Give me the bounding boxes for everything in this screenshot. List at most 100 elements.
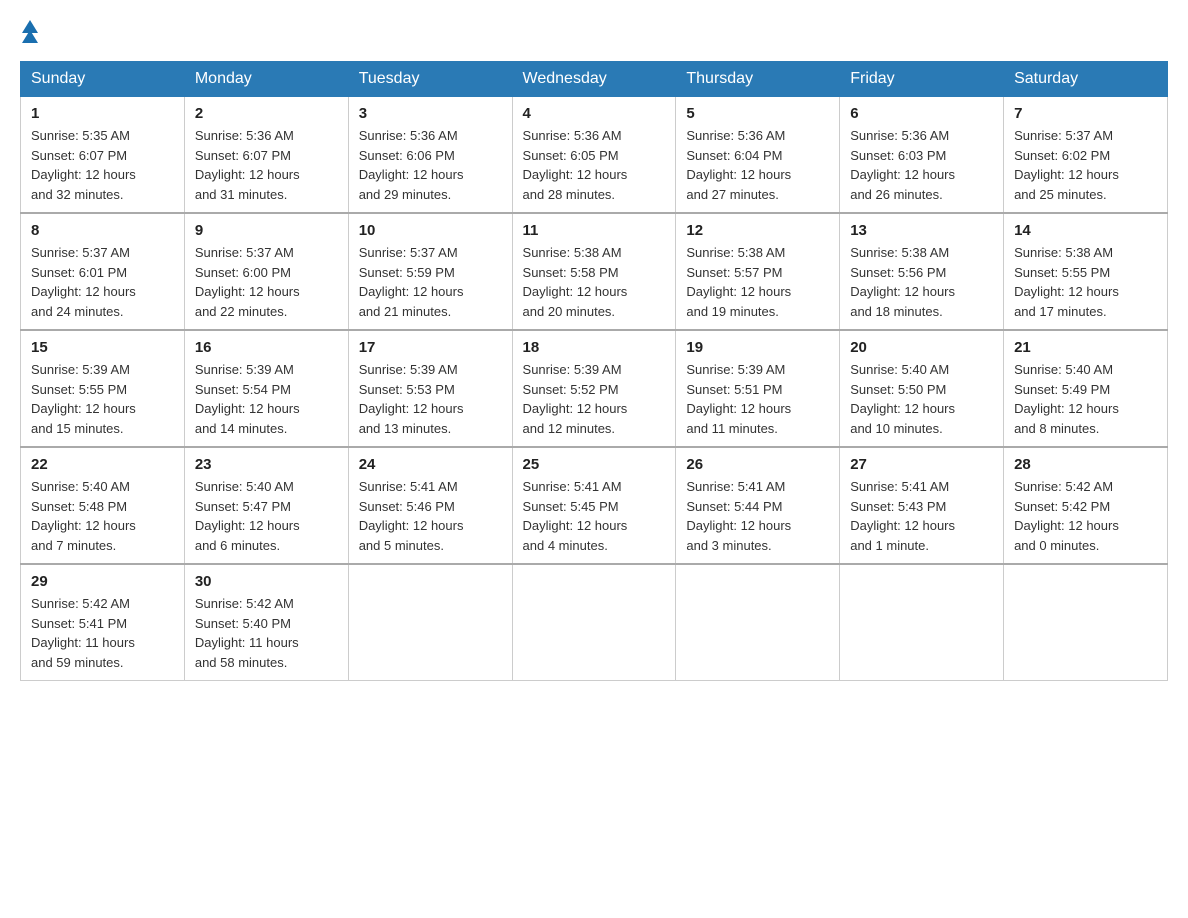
day-info: Sunrise: 5:37 AMSunset: 6:00 PMDaylight:… [195,245,300,319]
calendar-cell: 22 Sunrise: 5:40 AMSunset: 5:48 PMDayligh… [21,447,185,564]
calendar-cell: 29 Sunrise: 5:42 AMSunset: 5:41 PMDayligh… [21,564,185,681]
day-number: 7 [1014,105,1157,122]
day-info: Sunrise: 5:38 AMSunset: 5:55 PMDaylight:… [1014,245,1119,319]
header-row: SundayMondayTuesdayWednesdayThursdayFrid… [21,62,1168,97]
calendar-cell: 27 Sunrise: 5:41 AMSunset: 5:43 PMDayligh… [840,447,1004,564]
day-info: Sunrise: 5:40 AMSunset: 5:49 PMDaylight:… [1014,362,1119,436]
calendar-cell [840,564,1004,681]
day-info: Sunrise: 5:42 AMSunset: 5:42 PMDaylight:… [1014,479,1119,553]
day-number: 14 [1014,222,1157,239]
day-info: Sunrise: 5:39 AMSunset: 5:53 PMDaylight:… [359,362,464,436]
day-number: 30 [195,573,338,590]
col-header-wednesday: Wednesday [512,62,676,97]
header: Blue [20,20,1168,43]
day-info: Sunrise: 5:41 AMSunset: 5:46 PMDaylight:… [359,479,464,553]
calendar-cell: 3Sunrise: 5:36 AMSunset: 6:06 PMDaylight… [348,97,512,214]
day-info: Sunrise: 5:41 AMSunset: 5:44 PMDaylight:… [686,479,791,553]
calendar-cell: 16 Sunrise: 5:39 AMSunset: 5:54 PMDayligh… [184,330,348,447]
calendar-cell: 11 Sunrise: 5:38 AMSunset: 5:58 PMDayligh… [512,213,676,330]
day-number: 3 [359,105,502,122]
day-info: Sunrise: 5:35 AMSunset: 6:07 PMDaylight:… [31,128,136,202]
calendar-table: SundayMondayTuesdayWednesdayThursdayFrid… [20,61,1168,681]
day-info: Sunrise: 5:41 AMSunset: 5:45 PMDaylight:… [523,479,628,553]
day-info: Sunrise: 5:39 AMSunset: 5:51 PMDaylight:… [686,362,791,436]
day-number: 4 [523,105,666,122]
calendar-cell: 21 Sunrise: 5:40 AMSunset: 5:49 PMDayligh… [1004,330,1168,447]
calendar-cell: 17 Sunrise: 5:39 AMSunset: 5:53 PMDayligh… [348,330,512,447]
day-number: 11 [523,222,666,239]
day-info: Sunrise: 5:40 AMSunset: 5:50 PMDaylight:… [850,362,955,436]
calendar-cell: 23 Sunrise: 5:40 AMSunset: 5:47 PMDayligh… [184,447,348,564]
day-info: Sunrise: 5:42 AMSunset: 5:41 PMDaylight:… [31,596,135,670]
calendar-cell [1004,564,1168,681]
calendar-cell: 19 Sunrise: 5:39 AMSunset: 5:51 PMDayligh… [676,330,840,447]
week-row-5: 29 Sunrise: 5:42 AMSunset: 5:41 PMDayligh… [21,564,1168,681]
day-info: Sunrise: 5:38 AMSunset: 5:58 PMDaylight:… [523,245,628,319]
day-info: Sunrise: 5:36 AMSunset: 6:03 PMDaylight:… [850,128,955,202]
calendar-cell: 20Sunrise: 5:40 AMSunset: 5:50 PMDayligh… [840,330,1004,447]
calendar-cell: 14 Sunrise: 5:38 AMSunset: 5:55 PMDayligh… [1004,213,1168,330]
day-info: Sunrise: 5:38 AMSunset: 5:57 PMDaylight:… [686,245,791,319]
calendar-cell: 25 Sunrise: 5:41 AMSunset: 5:45 PMDayligh… [512,447,676,564]
calendar-cell: 18 Sunrise: 5:39 AMSunset: 5:52 PMDayligh… [512,330,676,447]
calendar-cell: 1 Sunrise: 5:35 AMSunset: 6:07 PMDaylight… [21,97,185,214]
day-number: 25 [523,456,666,473]
day-info: Sunrise: 5:42 AMSunset: 5:40 PMDaylight:… [195,596,299,670]
day-info: Sunrise: 5:39 AMSunset: 5:55 PMDaylight:… [31,362,136,436]
day-number: 19 [686,339,829,356]
day-number: 17 [359,339,502,356]
calendar-cell: 10Sunrise: 5:37 AMSunset: 5:59 PMDayligh… [348,213,512,330]
logo: Blue [20,20,39,43]
day-number: 9 [195,222,338,239]
day-number: 5 [686,105,829,122]
calendar-cell: 4Sunrise: 5:36 AMSunset: 6:05 PMDaylight… [512,97,676,214]
calendar-cell [348,564,512,681]
day-number: 10 [359,222,502,239]
col-header-thursday: Thursday [676,62,840,97]
day-info: Sunrise: 5:38 AMSunset: 5:56 PMDaylight:… [850,245,955,319]
calendar-cell [676,564,840,681]
calendar-cell: 30 Sunrise: 5:42 AMSunset: 5:40 PMDayligh… [184,564,348,681]
calendar-cell: 28 Sunrise: 5:42 AMSunset: 5:42 PMDayligh… [1004,447,1168,564]
day-number: 26 [686,456,829,473]
col-header-saturday: Saturday [1004,62,1168,97]
day-number: 8 [31,222,174,239]
day-number: 28 [1014,456,1157,473]
day-number: 22 [31,456,174,473]
calendar-cell: 2Sunrise: 5:36 AMSunset: 6:07 PMDaylight… [184,97,348,214]
day-number: 16 [195,339,338,356]
day-number: 18 [523,339,666,356]
calendar-cell [512,564,676,681]
day-number: 29 [31,573,174,590]
col-header-friday: Friday [840,62,1004,97]
day-number: 21 [1014,339,1157,356]
week-row-4: 22 Sunrise: 5:40 AMSunset: 5:48 PMDayligh… [21,447,1168,564]
week-row-1: 1 Sunrise: 5:35 AMSunset: 6:07 PMDaylight… [21,97,1168,214]
day-number: 1 [31,105,174,122]
week-row-3: 15Sunrise: 5:39 AMSunset: 5:55 PMDayligh… [21,330,1168,447]
calendar-cell: 13 Sunrise: 5:38 AMSunset: 5:56 PMDayligh… [840,213,1004,330]
col-header-monday: Monday [184,62,348,97]
day-number: 23 [195,456,338,473]
day-info: Sunrise: 5:40 AMSunset: 5:48 PMDaylight:… [31,479,136,553]
calendar-cell: 9 Sunrise: 5:37 AMSunset: 6:00 PMDaylight… [184,213,348,330]
col-header-sunday: Sunday [21,62,185,97]
calendar-cell: 12 Sunrise: 5:38 AMSunset: 5:57 PMDayligh… [676,213,840,330]
day-number: 27 [850,456,993,473]
day-info: Sunrise: 5:37 AMSunset: 6:02 PMDaylight:… [1014,128,1119,202]
day-number: 12 [686,222,829,239]
day-number: 13 [850,222,993,239]
day-info: Sunrise: 5:39 AMSunset: 5:52 PMDaylight:… [523,362,628,436]
day-info: Sunrise: 5:37 AMSunset: 6:01 PMDaylight:… [31,245,136,319]
day-info: Sunrise: 5:36 AMSunset: 6:04 PMDaylight:… [686,128,791,202]
day-info: Sunrise: 5:40 AMSunset: 5:47 PMDaylight:… [195,479,300,553]
logo-icon [22,20,38,43]
calendar-cell: 26 Sunrise: 5:41 AMSunset: 5:44 PMDayligh… [676,447,840,564]
calendar-cell: 15Sunrise: 5:39 AMSunset: 5:55 PMDayligh… [21,330,185,447]
calendar-cell: 5 Sunrise: 5:36 AMSunset: 6:04 PMDaylight… [676,97,840,214]
day-info: Sunrise: 5:41 AMSunset: 5:43 PMDaylight:… [850,479,955,553]
day-info: Sunrise: 5:39 AMSunset: 5:54 PMDaylight:… [195,362,300,436]
calendar-cell: 8 Sunrise: 5:37 AMSunset: 6:01 PMDaylight… [21,213,185,330]
day-number: 24 [359,456,502,473]
day-info: Sunrise: 5:36 AMSunset: 6:07 PMDaylight:… [195,128,300,202]
